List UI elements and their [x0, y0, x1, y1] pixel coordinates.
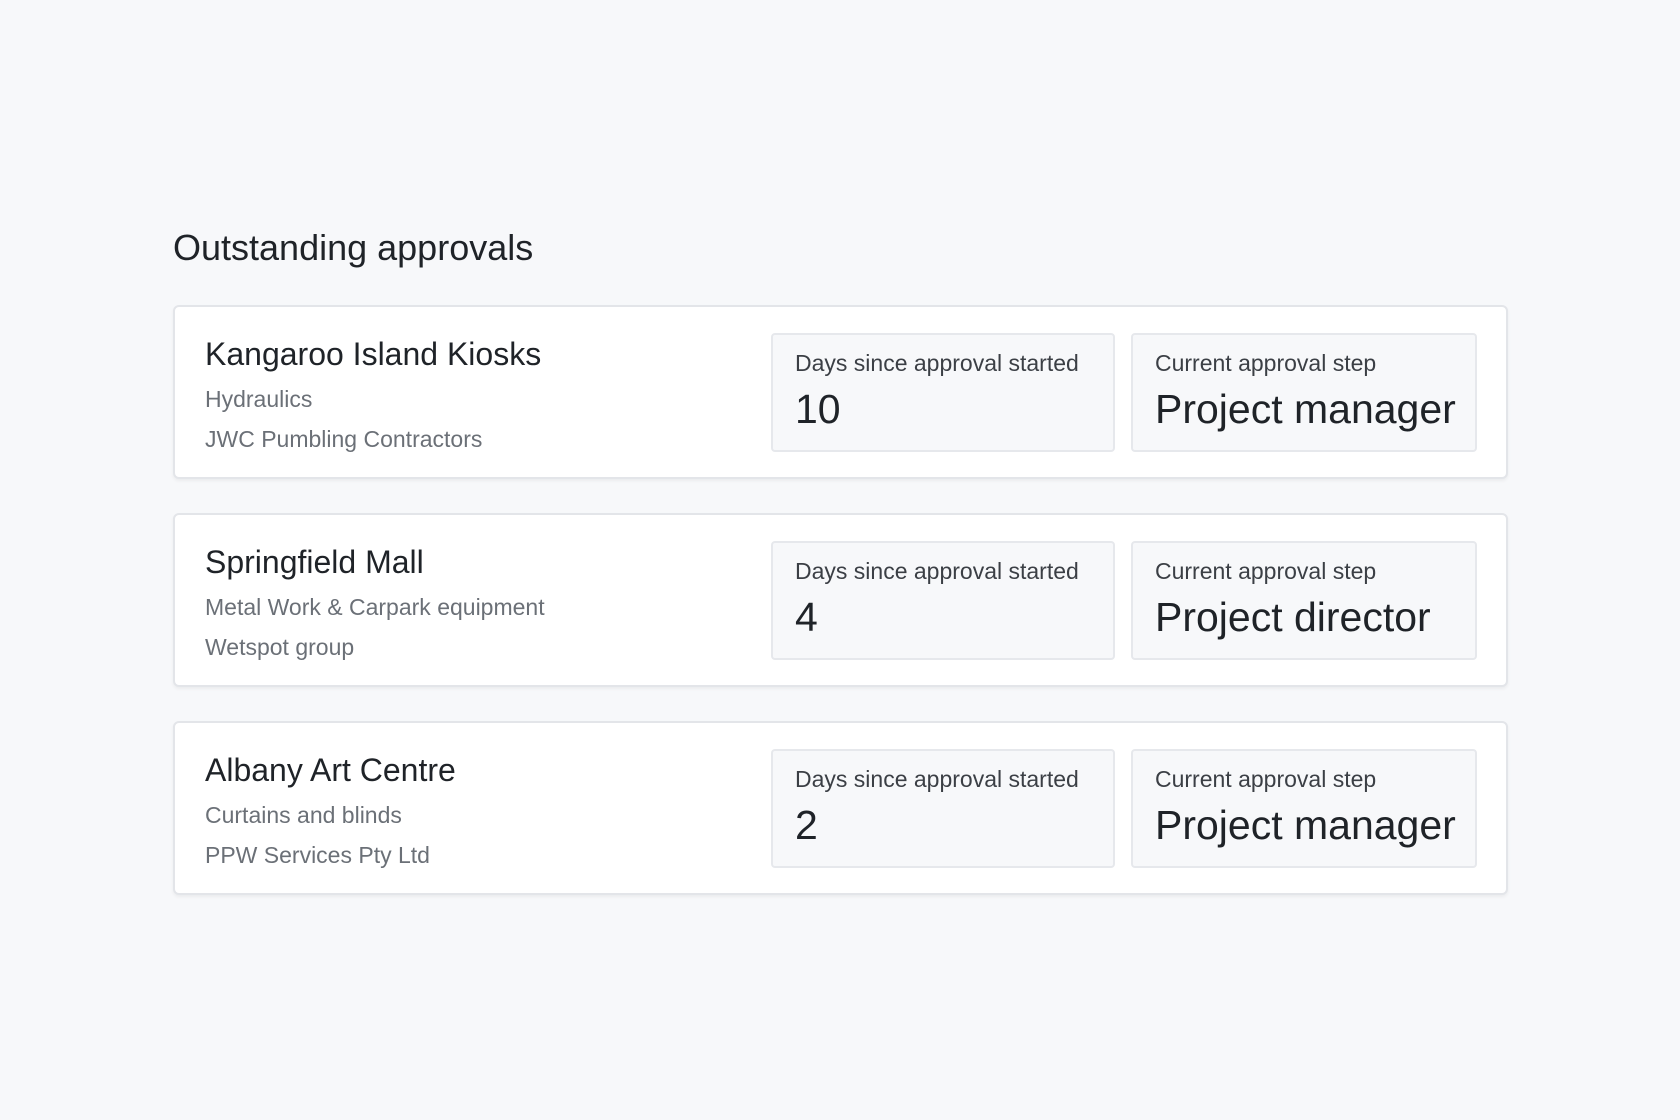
approval-card[interactable]: Kangaroo Island Kiosks Hydraulics JWC Pu…: [173, 305, 1508, 479]
trade-package: Metal Work & Carpark equipment: [205, 594, 545, 620]
project-name: Kangaroo Island Kiosks: [205, 336, 542, 372]
trade-package: Curtains and blinds: [205, 802, 402, 828]
approval-info: Springfield Mall Metal Work & Carpark eq…: [205, 543, 545, 661]
page-title: Outstanding approvals: [173, 227, 534, 268]
step-value: Project director: [1155, 594, 1431, 640]
contractor-name: PPW Services Pty Ltd: [205, 842, 430, 868]
days-label: Days since approval started: [795, 766, 1079, 792]
current-approval-step-stat: Current approval step Project manager: [1131, 333, 1477, 452]
days-value: 10: [795, 386, 841, 432]
days-value: 2: [795, 802, 818, 848]
approval-info: Kangaroo Island Kiosks Hydraulics JWC Pu…: [205, 335, 541, 453]
days-label: Days since approval started: [795, 350, 1079, 376]
approvals-page: Outstanding approvals Kangaroo Island Ki…: [173, 226, 1508, 929]
step-value: Project manager: [1155, 802, 1456, 848]
contractor-name: Wetspot group: [205, 634, 355, 660]
contractor-name: JWC Pumbling Contractors: [205, 426, 483, 452]
approvals-list: Kangaroo Island Kiosks Hydraulics JWC Pu…: [173, 305, 1508, 895]
days-since-approval-stat: Days since approval started 10: [771, 333, 1115, 452]
days-since-approval-stat: Days since approval started 2: [771, 749, 1115, 868]
step-label: Current approval step: [1155, 350, 1377, 376]
trade-package: Hydraulics: [205, 386, 313, 412]
current-approval-step-stat: Current approval step Project manager: [1131, 749, 1477, 868]
approval-info: Albany Art Centre Curtains and blinds PP…: [205, 751, 456, 869]
days-value: 4: [795, 594, 818, 640]
approval-card[interactable]: Albany Art Centre Curtains and blinds PP…: [173, 721, 1508, 895]
days-since-approval-stat: Days since approval started 4: [771, 541, 1115, 660]
current-approval-step-stat: Current approval step Project director: [1131, 541, 1477, 660]
step-label: Current approval step: [1155, 558, 1377, 584]
step-label: Current approval step: [1155, 766, 1377, 792]
project-name: Albany Art Centre: [205, 752, 456, 788]
step-value: Project manager: [1155, 386, 1456, 432]
days-label: Days since approval started: [795, 558, 1079, 584]
approval-card[interactable]: Springfield Mall Metal Work & Carpark eq…: [173, 513, 1508, 687]
project-name: Springfield Mall: [205, 544, 424, 580]
